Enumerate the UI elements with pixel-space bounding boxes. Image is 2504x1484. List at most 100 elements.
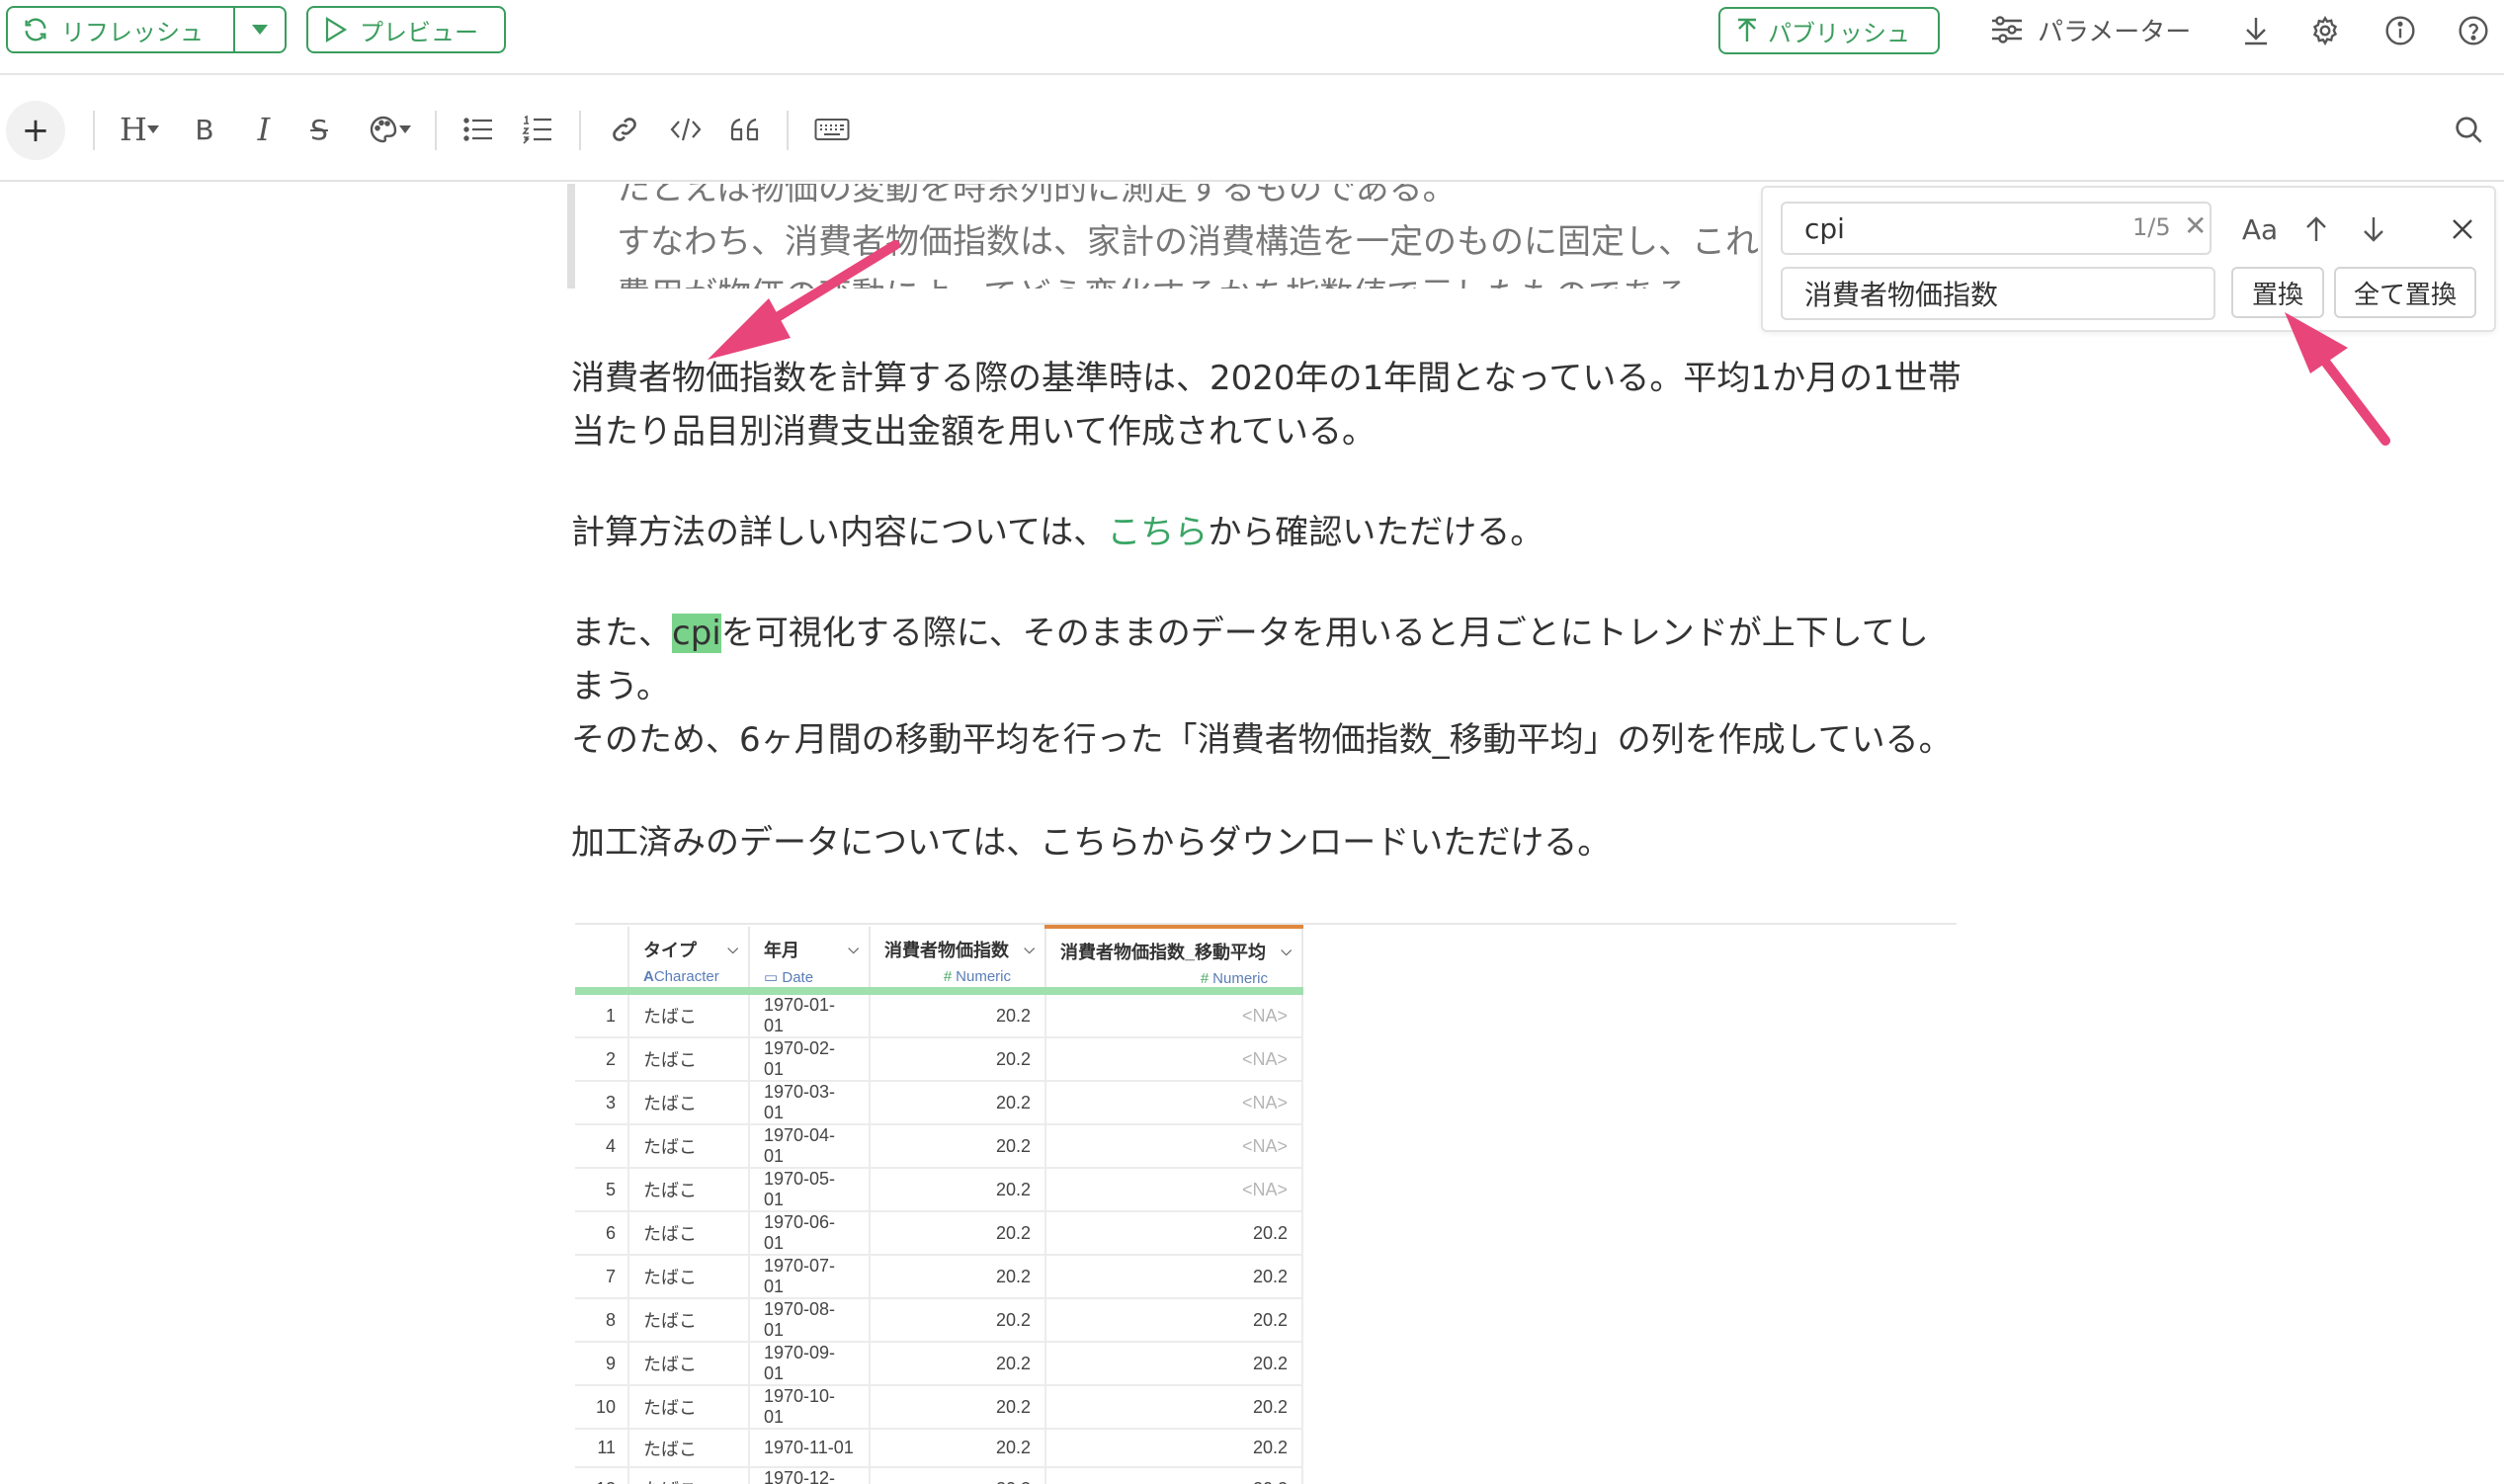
table-row[interactable]: 2 たばこ 1970-02-01 20.2 <NA> bbox=[575, 1037, 1303, 1082]
numbered-list-button[interactable] bbox=[520, 107, 555, 152]
code-button[interactable] bbox=[666, 107, 706, 152]
chevron-down-icon[interactable]: ⌵ bbox=[727, 941, 738, 957]
replace-input[interactable]: 消費者物価指数 bbox=[1781, 267, 2215, 320]
column-header-type[interactable]: タイプ ⌵ ACharacter bbox=[628, 927, 750, 995]
editor-toolbar: + H B I S bbox=[0, 77, 2504, 182]
table-cell: <NA> bbox=[1045, 1168, 1303, 1212]
column-name: 消費者物価指数 bbox=[884, 941, 1009, 960]
table-cell: 1970-01-01 bbox=[749, 991, 871, 1038]
chevron-down-icon[interactable]: ⌵ bbox=[1024, 941, 1035, 957]
table-row[interactable]: 6 たばこ 1970-06-01 20.2 20.2 bbox=[575, 1211, 1303, 1256]
settings-button[interactable] bbox=[2308, 14, 2342, 47]
toolbar-divider bbox=[579, 111, 581, 150]
paragraph-moving-average: また、cpiを可視化する際に、そのままのデータを用いると月ごとにトレンドが上下し… bbox=[571, 607, 1953, 767]
table-row[interactable]: 8 たばこ 1970-08-01 20.2 20.2 bbox=[575, 1298, 1303, 1343]
column-type-label: Numeric bbox=[956, 968, 1011, 985]
find-replace-panel: cpi 1/5 ✕ Aa 消費者物価指数 置換 全て置換 bbox=[1761, 186, 2496, 332]
table-cell: 20.2 bbox=[1045, 1211, 1303, 1256]
table-row[interactable]: 7 たばこ 1970-07-01 20.2 20.2 bbox=[575, 1255, 1303, 1299]
table-row[interactable]: 3 たばこ 1970-03-01 20.2 <NA> bbox=[575, 1081, 1303, 1125]
data-table-preview[interactable]: タイプ ⌵ ACharacter 年月 ⌵ ▭ Date 消費者物価指数 ⌵ #… bbox=[575, 923, 1957, 1484]
table-cell: たばこ bbox=[628, 991, 750, 1038]
table-cell: 20.2 bbox=[870, 1467, 1046, 1484]
editor-content[interactable]: たとえば物価の変動を時系列的に測定するものである。 すなわち、消費者物価指数は、… bbox=[0, 184, 2504, 1484]
insert-block-button[interactable]: + bbox=[6, 101, 65, 160]
column-type: ▭ Date bbox=[764, 968, 855, 986]
replace-button[interactable]: 置換 bbox=[2231, 267, 2324, 318]
table-row[interactable]: 9 たばこ 1970-09-01 20.2 20.2 bbox=[575, 1342, 1303, 1386]
paragraph-text: また、 bbox=[571, 614, 672, 653]
quote-line: たとえば物価の変動を時系列的に測定するものである。 bbox=[617, 184, 1457, 208]
paragraph-base-period: 消費者物価指数を計算する際の基準時は、2020年の1年間となっている。平均1か月… bbox=[571, 352, 1961, 458]
table-row[interactable]: 4 たばこ 1970-04-01 20.2 <NA> bbox=[575, 1124, 1303, 1169]
keyboard-shortcuts-button[interactable] bbox=[812, 107, 852, 152]
download-button[interactable] bbox=[2239, 14, 2273, 47]
close-find-button[interactable] bbox=[2445, 209, 2480, 249]
table-cell: 20.2 bbox=[870, 1255, 1046, 1299]
paragraph-line: 消費者物価指数を計算する際の基準時は、2020年の1年間となっている。平均1か月… bbox=[571, 359, 1961, 398]
refresh-dropdown-button[interactable] bbox=[235, 8, 285, 51]
search-button[interactable] bbox=[2449, 107, 2488, 152]
next-match-button[interactable] bbox=[2356, 209, 2391, 249]
column-header-cpi-moving-average[interactable]: 消費者物価指数_移動平均 ⌵ # Numeric bbox=[1045, 925, 1303, 995]
quote-line: すなわち、消費者物価指数は、家計の消費構造を一定のものに固定し、これに bbox=[617, 222, 1793, 262]
table-cell: たばこ bbox=[628, 1467, 750, 1484]
table-row[interactable]: 12たばこ1970-12-0120.220.2 bbox=[575, 1467, 1303, 1484]
column-type-label: Numeric bbox=[1212, 970, 1268, 987]
toolbar-divider bbox=[787, 111, 789, 150]
paragraph-line: 当たり品目別消費支出金額を用いて作成されている。 bbox=[571, 412, 1376, 452]
table-cell: 20.2 bbox=[870, 1168, 1046, 1212]
paragraph-text: 計算方法の詳しい内容については、 bbox=[571, 513, 1108, 552]
chevron-down-icon[interactable]: ⌵ bbox=[848, 941, 859, 957]
help-button[interactable] bbox=[2457, 14, 2490, 47]
top-bar: リフレッシュ プレビュー パブリッシュ パラメーター bbox=[0, 0, 2504, 75]
text-color-button[interactable] bbox=[362, 107, 417, 152]
table-cell: たばこ bbox=[628, 1037, 750, 1082]
refresh-button[interactable]: リフレッシュ bbox=[8, 8, 236, 51]
column-header-cpi[interactable]: 消費者物価指数 ⌵ # Numeric bbox=[870, 927, 1046, 995]
column-type-label: Date bbox=[782, 969, 814, 986]
row-number-cell: 8 bbox=[575, 1298, 629, 1343]
bullet-list-icon bbox=[463, 118, 492, 141]
table-row[interactable]: 10 たばこ 1970-10-01 20.2 20.2 bbox=[575, 1385, 1303, 1430]
strikethrough-button[interactable]: S bbox=[302, 107, 336, 152]
parameters-button[interactable]: パラメーター bbox=[1990, 0, 2191, 59]
replace-all-button[interactable]: 全て置換 bbox=[2334, 267, 2476, 318]
calculation-method-link[interactable]: こちら bbox=[1107, 513, 1208, 552]
column-name: 年月 bbox=[764, 941, 799, 960]
table-cell: たばこ bbox=[628, 1211, 750, 1256]
clear-search-icon[interactable]: ✕ bbox=[2184, 209, 2207, 242]
heading-icon: H bbox=[120, 111, 147, 148]
publish-button[interactable]: パブリッシュ bbox=[1718, 7, 1940, 54]
table-cell: 1970-03-01 bbox=[749, 1081, 871, 1125]
play-icon bbox=[325, 17, 348, 42]
table-row[interactable]: 11 たばこ 1970-11-01 20.2 20.2 bbox=[575, 1429, 1303, 1468]
table-row[interactable]: 1 たばこ 1970-01-01 20.2 <NA> bbox=[575, 991, 1303, 1038]
table-cell: たばこ bbox=[628, 1298, 750, 1343]
toolbar-divider bbox=[435, 111, 437, 150]
preview-button[interactable]: プレビュー bbox=[306, 6, 506, 53]
table-cell: <NA> bbox=[1045, 991, 1303, 1038]
row-number-header bbox=[575, 927, 629, 995]
table-cell: <NA> bbox=[1045, 1124, 1303, 1169]
table-cell: 20.2 bbox=[870, 1124, 1046, 1169]
info-button[interactable] bbox=[2383, 14, 2417, 47]
table-row[interactable]: 5 たばこ 1970-05-01 20.2 <NA> bbox=[575, 1168, 1303, 1212]
heading-button[interactable]: H bbox=[115, 107, 164, 152]
paragraph-download: 加工済みのデータについては、こちらからダウンロードいただける。 bbox=[571, 823, 1612, 863]
chevron-down-icon[interactable]: ⌵ bbox=[1281, 943, 1292, 959]
match-case-button[interactable]: Aa bbox=[2237, 209, 2283, 249]
bullet-list-button[interactable] bbox=[460, 107, 496, 152]
column-header-yearmonth[interactable]: 年月 ⌵ ▭ Date bbox=[749, 927, 871, 995]
italic-button[interactable]: I bbox=[247, 107, 281, 152]
bold-button[interactable]: B bbox=[188, 107, 221, 152]
row-number-cell: 11 bbox=[575, 1429, 629, 1468]
paragraph-line: そのため、6ヶ月間の移動平均を行った「消費者物価指数_移動平均」の列を作成してい… bbox=[571, 720, 1953, 760]
column-type-label: Character bbox=[653, 968, 719, 985]
quote-button[interactable] bbox=[725, 107, 765, 152]
link-button[interactable] bbox=[607, 107, 642, 152]
table-cell: たばこ bbox=[628, 1124, 750, 1169]
previous-match-button[interactable] bbox=[2298, 209, 2334, 249]
row-number-cell: 10 bbox=[575, 1385, 629, 1430]
publish-label: パブリッシュ bbox=[1768, 19, 1910, 47]
